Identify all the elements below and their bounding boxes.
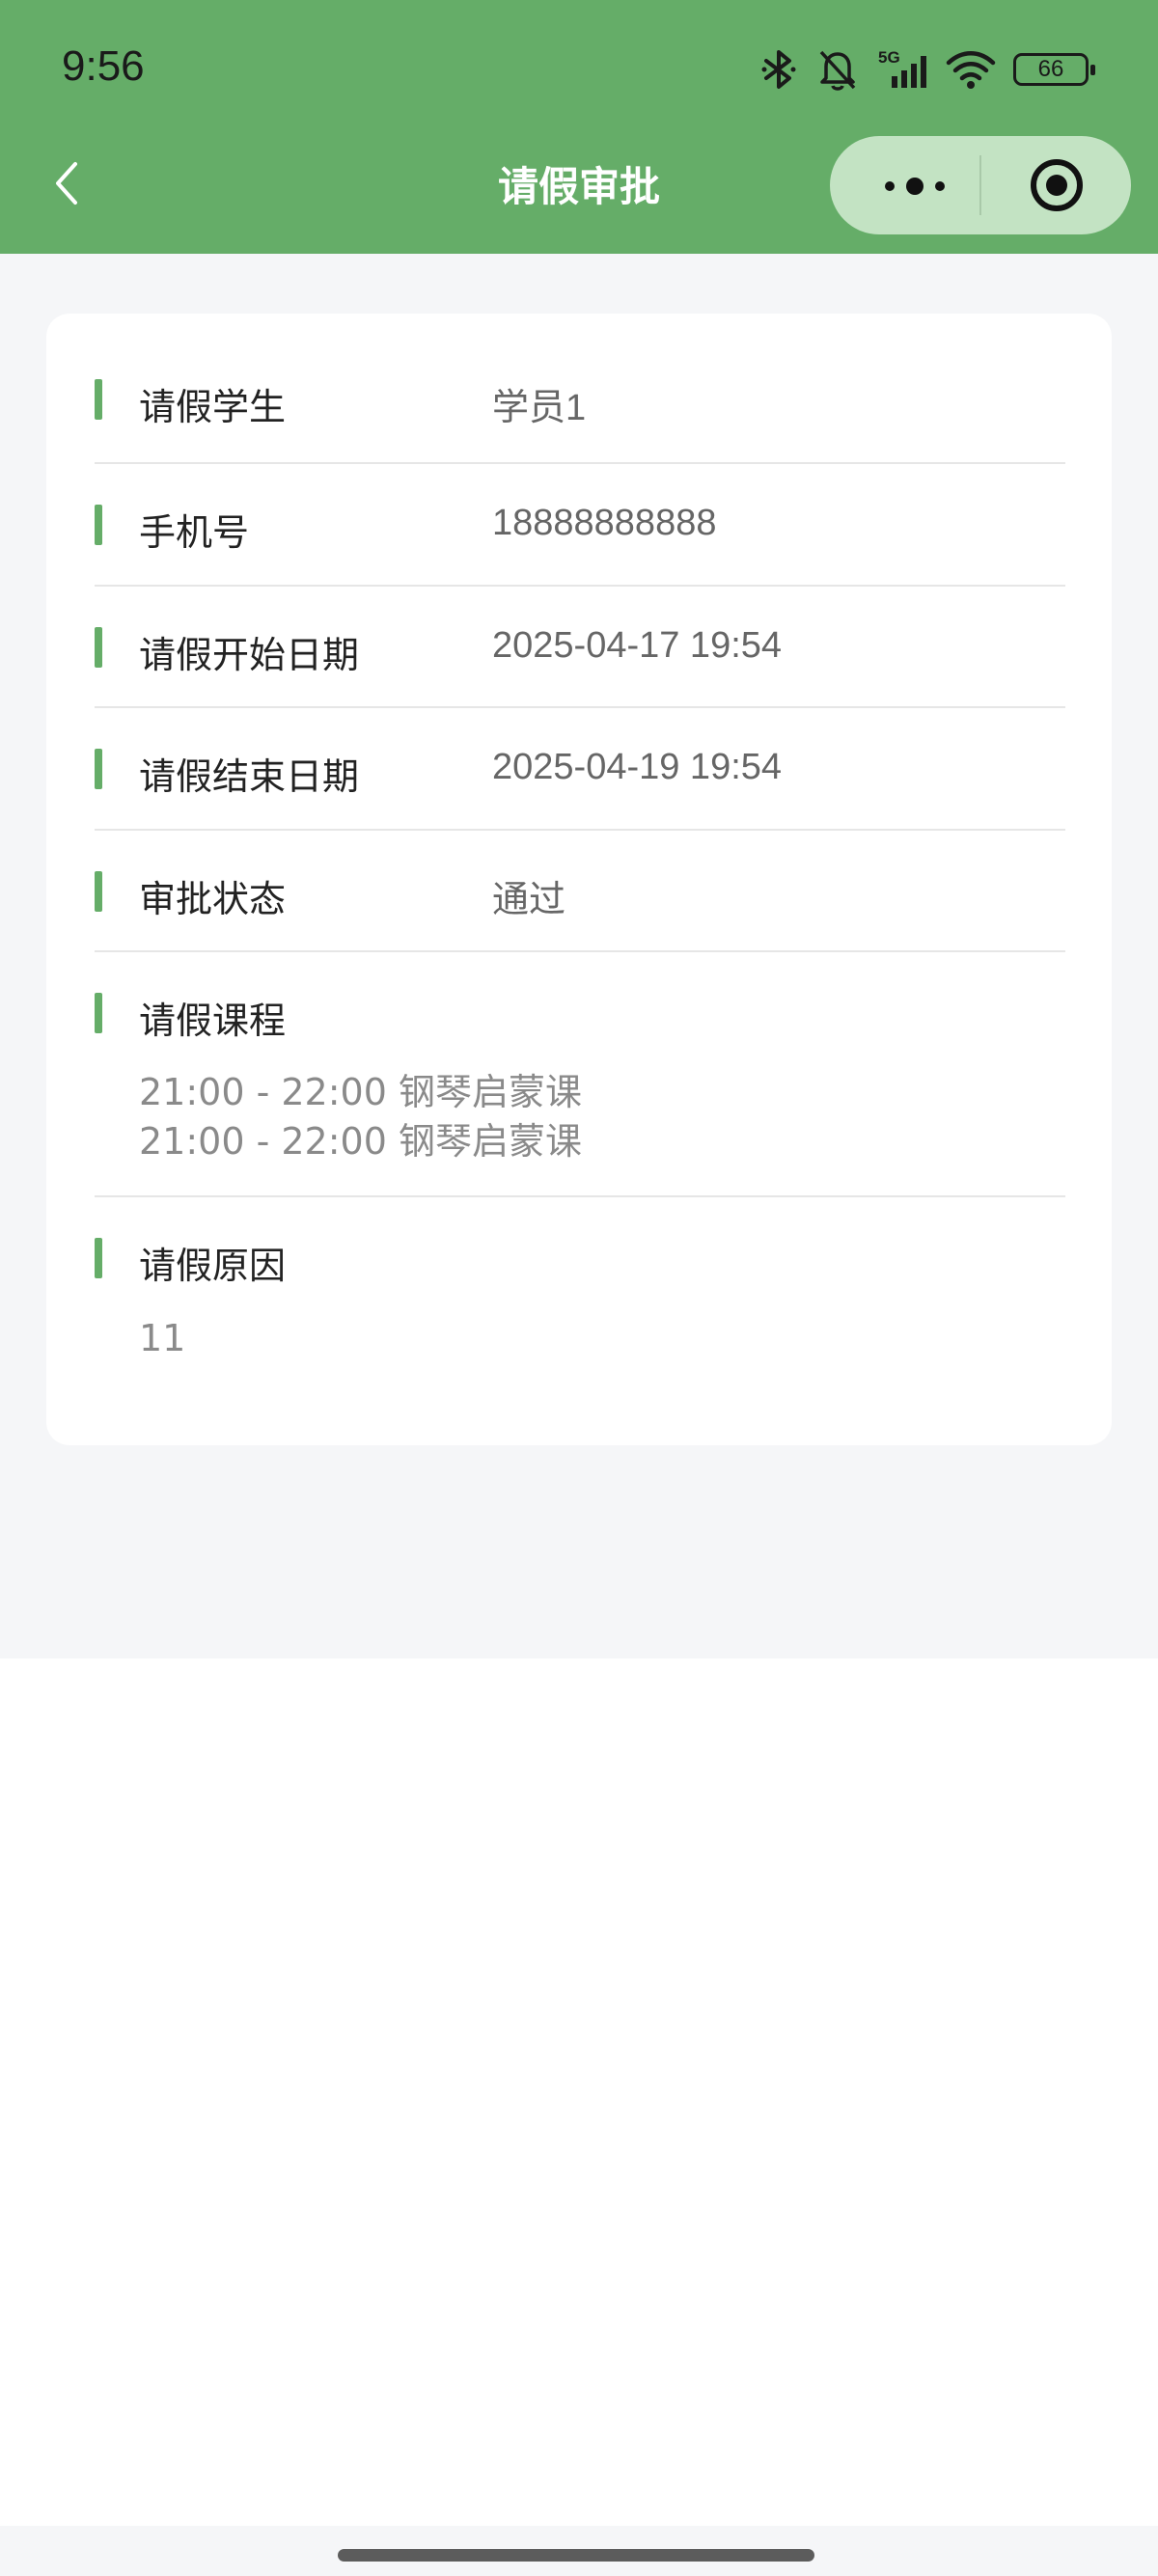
bell-muted-icon bbox=[816, 47, 859, 92]
reason-label: 请假原因 bbox=[139, 1245, 287, 1287]
mini-program-capsule bbox=[830, 136, 1131, 234]
capsule-divider bbox=[979, 155, 981, 215]
phone-label: 手机号 bbox=[139, 511, 250, 554]
row-courses: 请假课程 21:00 - 22:00 钢琴启蒙课 21:00 - 22:00 钢… bbox=[95, 952, 1065, 1197]
student-label: 请假学生 bbox=[139, 386, 287, 428]
row-accent-bar bbox=[95, 1238, 102, 1278]
row-accent-bar bbox=[95, 993, 102, 1033]
row-reason: 请假原因 11 bbox=[95, 1197, 1065, 1390]
home-indicator[interactable] bbox=[338, 2549, 814, 2562]
battery-icon: 66 bbox=[1013, 53, 1095, 86]
student-value: 学员1 bbox=[492, 388, 587, 428]
status-time: 9:56 bbox=[62, 42, 145, 90]
leave-detail-card: 请假学生 学员1 手机号 18888888888 请假开始日期 2025-04-… bbox=[46, 314, 1112, 1445]
wifi-icon bbox=[946, 49, 996, 90]
end-date-value: 2025-04-19 19:54 bbox=[492, 747, 783, 787]
battery-level: 66 bbox=[1037, 56, 1064, 82]
network-label: 5G bbox=[878, 48, 900, 67]
more-dots-icon bbox=[885, 178, 945, 195]
signal-icon: 5G bbox=[876, 47, 928, 92]
target-close-icon bbox=[1031, 159, 1083, 211]
reason-value: 11 bbox=[139, 1317, 186, 1359]
row-accent-bar bbox=[95, 379, 102, 420]
row-end-date: 请假结束日期 2025-04-19 19:54 bbox=[95, 708, 1065, 831]
row-accent-bar bbox=[95, 627, 102, 668]
gesture-bar-area bbox=[0, 2526, 1158, 2576]
row-student: 请假学生 学员1 bbox=[95, 333, 1065, 464]
phone-value: 18888888888 bbox=[492, 503, 717, 543]
row-status: 审批状态 通过 bbox=[95, 831, 1065, 952]
courses-label: 请假课程 bbox=[139, 1000, 287, 1042]
more-button[interactable] bbox=[876, 167, 982, 206]
status-label: 审批状态 bbox=[139, 878, 287, 920]
row-accent-bar bbox=[95, 505, 102, 545]
close-miniprogram-button[interactable] bbox=[1029, 157, 1085, 213]
row-accent-bar bbox=[95, 749, 102, 789]
start-date-label: 请假开始日期 bbox=[139, 634, 360, 676]
bluetooth-icon bbox=[758, 48, 799, 91]
status-value: 通过 bbox=[492, 880, 566, 920]
app-header: 9:56 5G 66 请假审批 bbox=[0, 0, 1158, 254]
row-accent-bar bbox=[95, 871, 102, 912]
start-date-value: 2025-04-17 19:54 bbox=[492, 625, 783, 666]
row-start-date: 请假开始日期 2025-04-17 19:54 bbox=[95, 587, 1065, 708]
row-phone: 手机号 18888888888 bbox=[95, 464, 1065, 587]
status-icons: 5G 66 bbox=[758, 46, 1095, 93]
course-item: 21:00 - 22:00 钢琴启蒙课 bbox=[139, 1071, 582, 1113]
end-date-label: 请假结束日期 bbox=[139, 755, 360, 798]
course-item: 21:00 - 22:00 钢琴启蒙课 bbox=[139, 1120, 582, 1163]
page-content: 请假学生 学员1 手机号 18888888888 请假开始日期 2025-04-… bbox=[0, 254, 1158, 1658]
